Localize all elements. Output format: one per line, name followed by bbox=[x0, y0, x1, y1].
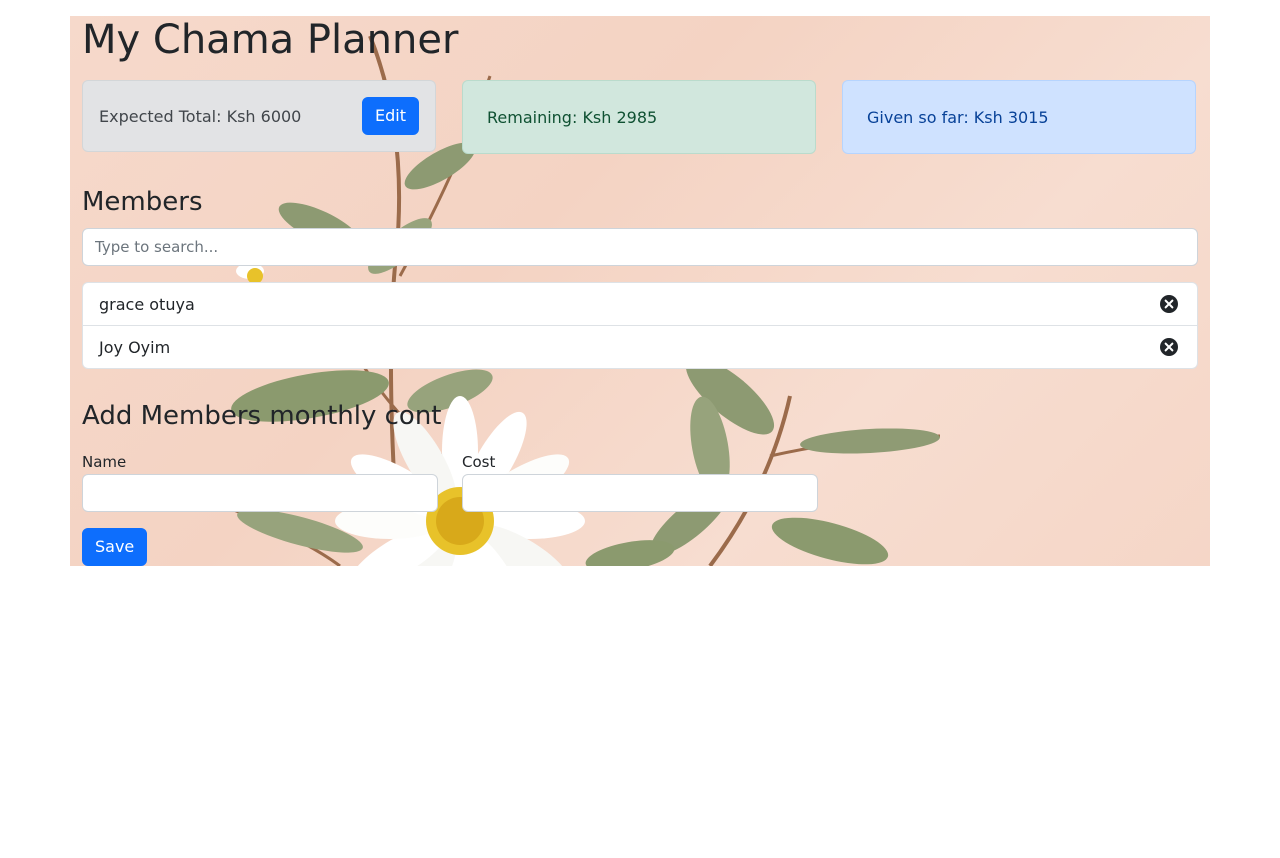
list-item: Joy Oyim bbox=[83, 325, 1197, 368]
name-label: Name bbox=[82, 453, 127, 471]
search-input[interactable] bbox=[82, 228, 1198, 266]
expected-total-text: Expected Total: Ksh 6000 bbox=[99, 106, 302, 126]
remaining-text: Remaining: Ksh 2985 bbox=[487, 107, 658, 127]
cost-label: Cost bbox=[462, 453, 496, 471]
add-members-heading: Add Members monthly cont bbox=[82, 401, 442, 431]
member-name: grace otuya bbox=[99, 294, 195, 314]
app-container: My Chama Planner Expected Total: Ksh 600… bbox=[70, 16, 1210, 566]
members-heading: Members bbox=[82, 187, 203, 217]
members-list: grace otuya Joy Oyim bbox=[82, 282, 1198, 369]
expected-total-card: Expected Total: Ksh 6000 Edit bbox=[82, 80, 436, 152]
cost-input[interactable] bbox=[462, 474, 818, 512]
close-circle-icon[interactable] bbox=[1160, 338, 1178, 356]
close-circle-icon[interactable] bbox=[1160, 295, 1178, 313]
page-title: My Chama Planner bbox=[82, 17, 459, 63]
member-name: Joy Oyim bbox=[99, 337, 171, 357]
given-so-far-text: Given so far: Ksh 3015 bbox=[867, 107, 1049, 127]
remaining-card: Remaining: Ksh 2985 bbox=[462, 80, 816, 154]
save-button[interactable]: Save bbox=[82, 528, 148, 566]
list-item: grace otuya bbox=[83, 283, 1197, 325]
name-input[interactable] bbox=[82, 474, 438, 512]
given-so-far-card: Given so far: Ksh 3015 bbox=[842, 80, 1196, 154]
edit-button[interactable]: Edit bbox=[362, 97, 419, 135]
